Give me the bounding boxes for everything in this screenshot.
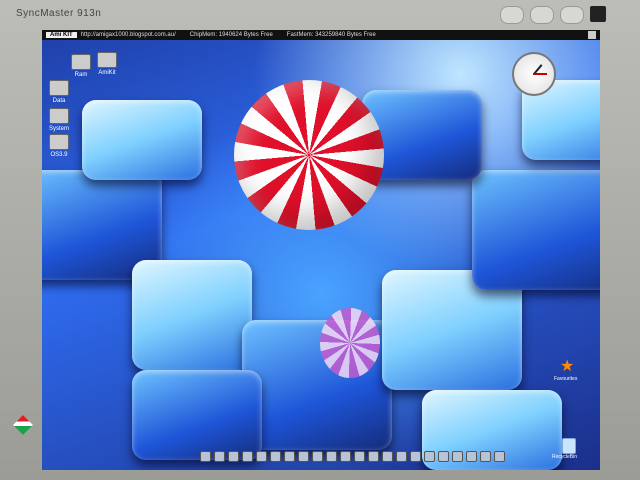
dock-item[interactable] — [284, 450, 295, 462]
cube-9 — [132, 370, 262, 460]
desktop-icon-label: Data — [52, 98, 66, 104]
cube-2 — [132, 260, 252, 370]
favourites-label: Favourites — [554, 376, 578, 382]
drive-icon — [49, 108, 69, 124]
menubar-chipmem: ChipMem: 1940624 Bytes Free — [189, 32, 273, 38]
monitor-brand: SyncMaster 913n — [16, 8, 102, 19]
desktop-icon-os39[interactable]: OS3.9 — [44, 134, 74, 158]
screen-depth-gadget[interactable] — [588, 31, 596, 39]
dock-item[interactable] — [410, 450, 421, 462]
dock-item[interactable] — [452, 450, 463, 462]
dock-item[interactable] — [466, 450, 477, 462]
clock-widget — [512, 52, 556, 96]
dock-item[interactable] — [214, 450, 225, 462]
desktop-icon-label: AmiKit — [98, 70, 116, 76]
favourites-icon[interactable]: ★ — [560, 356, 574, 375]
dock-item[interactable] — [368, 450, 379, 462]
desktop-icon-label: System — [48, 126, 69, 132]
menubar: Ami KIT http://amigax1000.blogspot.com.a… — [42, 30, 600, 40]
clock-minute-hand — [533, 73, 547, 75]
dock-item[interactable] — [340, 450, 351, 462]
desktop-icon-system[interactable]: System — [44, 108, 74, 132]
recycle-bin-label: RecycleBin — [552, 454, 578, 460]
dock-item[interactable] — [312, 450, 323, 462]
computer-icon — [49, 134, 69, 150]
dock-item[interactable] — [256, 450, 267, 462]
menubar-url: http://amigax1000.blogspot.com.au/ — [80, 32, 176, 38]
dock-item[interactable] — [354, 450, 365, 462]
dock-item[interactable] — [438, 450, 449, 462]
power-button[interactable] — [590, 6, 606, 22]
monitor-badge-2 — [530, 6, 554, 24]
boing-ball — [234, 80, 384, 230]
desktop-icon-data[interactable]: Data — [44, 80, 74, 104]
cube-8 — [82, 100, 202, 180]
desktop-screen[interactable]: Ami KIT http://amigax1000.blogspot.com.a… — [42, 30, 600, 470]
amiga-logo — [13, 415, 33, 435]
amikit-icon — [97, 52, 117, 68]
dock-item[interactable] — [326, 450, 337, 462]
dock-item[interactable] — [494, 450, 505, 462]
drive-icon — [49, 80, 69, 96]
monitor-badge-1 — [500, 6, 524, 24]
desktop-icon-label: OS3.9 — [50, 152, 68, 158]
dock-item[interactable] — [382, 450, 393, 462]
monitor-badges — [500, 6, 584, 24]
dock-item[interactable] — [228, 450, 239, 462]
monitor-badge-3 — [560, 6, 584, 24]
dock-item[interactable] — [396, 450, 407, 462]
ram-icon — [71, 54, 91, 70]
dock-bar — [200, 450, 505, 462]
recycle-bin-icon[interactable] — [562, 438, 576, 454]
cube-5 — [472, 170, 600, 290]
dock-item[interactable] — [424, 450, 435, 462]
dock-item[interactable] — [270, 450, 281, 462]
boing-ball-reflection — [320, 308, 380, 378]
dock-item[interactable] — [242, 450, 253, 462]
menubar-fastmem: FastMem: 343259840 Bytes Free — [286, 32, 376, 38]
dock-item[interactable] — [480, 450, 491, 462]
amikit-logo[interactable]: Ami KIT — [46, 32, 77, 38]
desktop-icon-amikit[interactable]: AmiKit — [92, 52, 122, 76]
dock-item[interactable] — [298, 450, 309, 462]
dock-item[interactable] — [200, 450, 211, 462]
